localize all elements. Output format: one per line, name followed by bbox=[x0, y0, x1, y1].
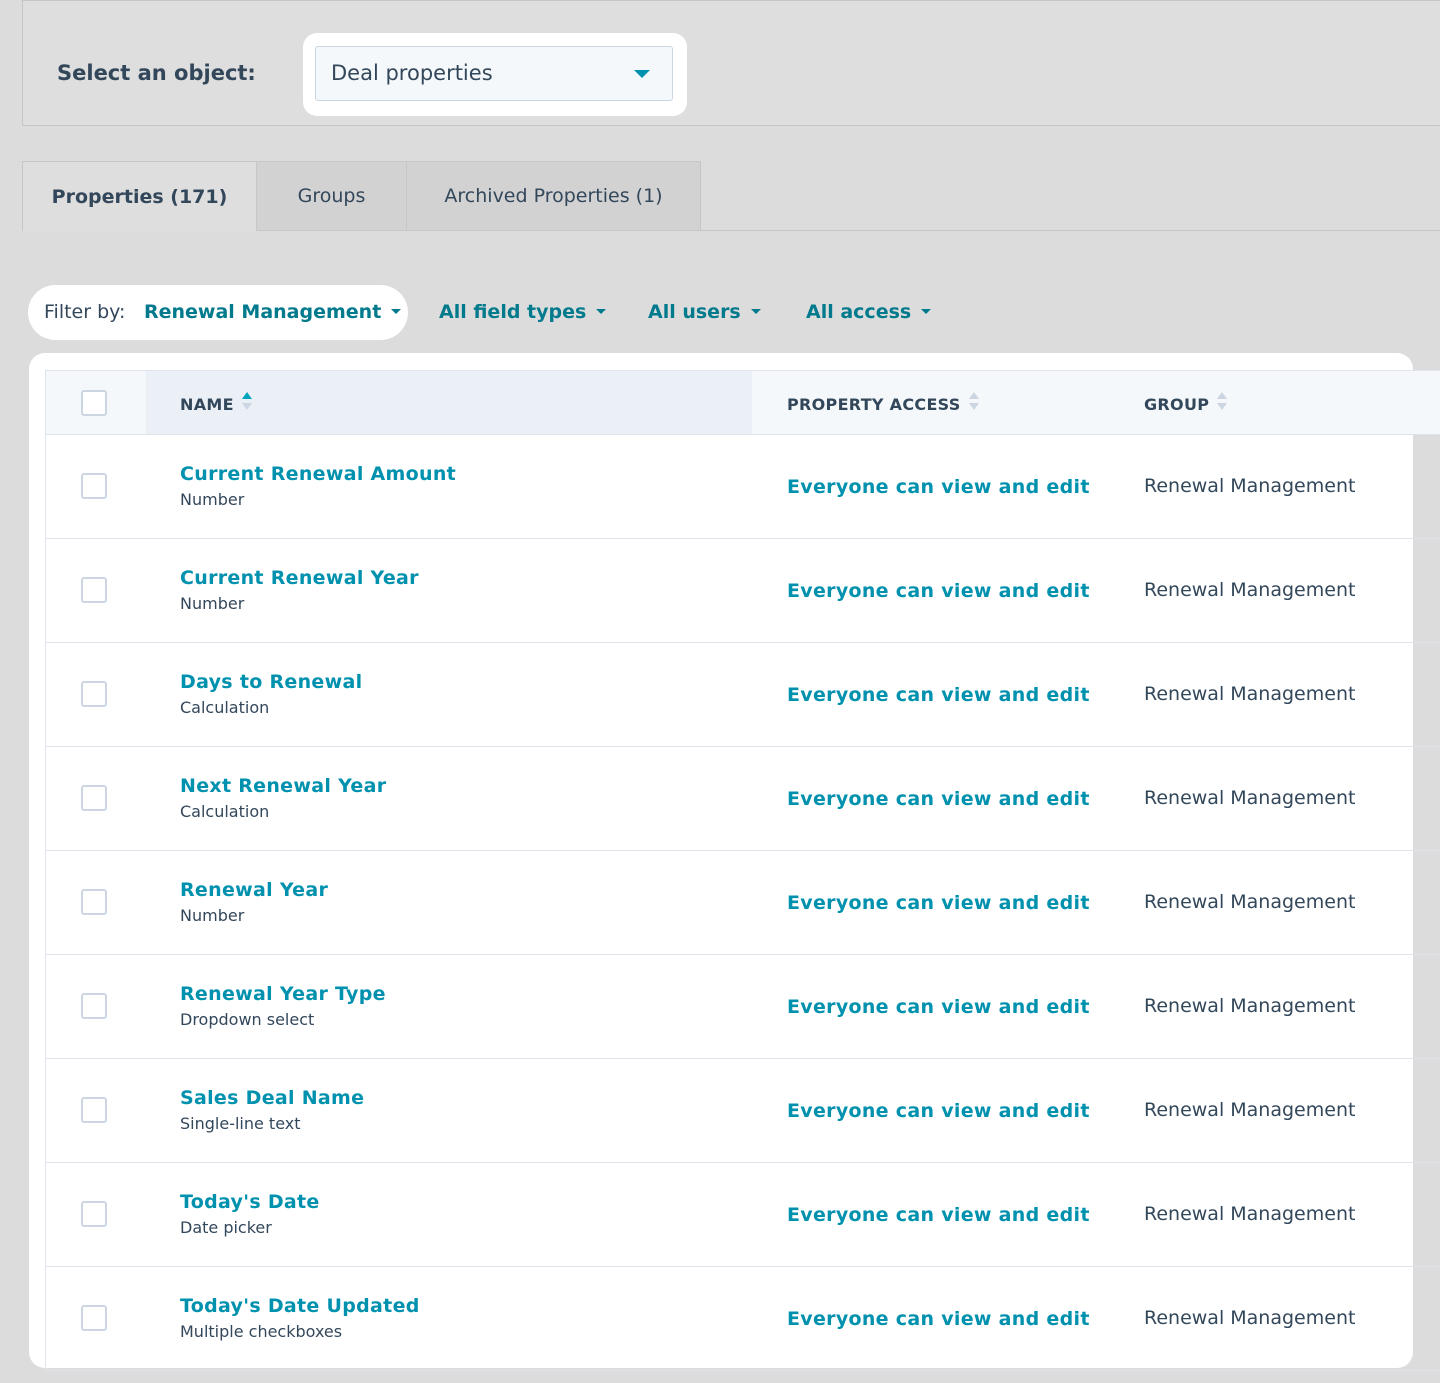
table-row: Current Renewal Year Number Everyone can… bbox=[46, 539, 1440, 643]
property-access-link[interactable]: Everyone can view and edit bbox=[787, 580, 1090, 602]
property-name-link[interactable]: Next Renewal Year bbox=[180, 775, 386, 797]
properties-table-card: NAME PROPERTY ACCESS GROUP Current Renew… bbox=[29, 353, 1440, 1371]
tab-properties[interactable]: Properties (171) bbox=[22, 161, 257, 231]
column-header-group-label: GROUP bbox=[1144, 395, 1210, 414]
table-row: Renewal Year Number Everyone can view an… bbox=[46, 851, 1440, 955]
object-select-dropdown[interactable]: Deal properties bbox=[315, 46, 673, 101]
filter-label: Filter by: bbox=[44, 301, 126, 323]
property-field-type: Calculation bbox=[180, 698, 270, 717]
filter-users-value: All users bbox=[648, 301, 741, 323]
filter-field-types-dropdown[interactable]: All field types bbox=[439, 301, 607, 323]
property-group: Renewal Management bbox=[1144, 1307, 1356, 1329]
filter-group-dropdown[interactable]: Renewal Management bbox=[144, 301, 402, 323]
row-checkbox[interactable] bbox=[81, 473, 107, 499]
table-row: Today's Date Date picker Everyone can vi… bbox=[46, 1163, 1440, 1267]
property-access-link[interactable]: Everyone can view and edit bbox=[787, 892, 1090, 914]
tab-archived-properties[interactable]: Archived Properties (1) bbox=[407, 161, 701, 231]
filter-access-dropdown[interactable]: All access bbox=[806, 301, 932, 323]
column-header-group[interactable]: GROUP bbox=[1144, 391, 1228, 414]
column-header-name[interactable]: NAME bbox=[180, 391, 252, 414]
caret-down-icon bbox=[596, 308, 607, 314]
property-field-type: Single-line text bbox=[180, 1114, 301, 1133]
caret-down-icon bbox=[921, 308, 932, 314]
property-name-link[interactable]: Days to Renewal bbox=[180, 671, 362, 693]
property-field-type: Date picker bbox=[180, 1218, 272, 1237]
tab-groups[interactable]: Groups bbox=[257, 161, 407, 231]
chevron-down-icon bbox=[634, 70, 650, 78]
property-field-type: Dropdown select bbox=[180, 1010, 315, 1029]
property-group: Renewal Management bbox=[1144, 995, 1356, 1017]
row-checkbox[interactable] bbox=[81, 785, 107, 811]
table-row: Sales Deal Name Single-line text Everyon… bbox=[46, 1059, 1440, 1163]
table-row: Renewal Year Type Dropdown select Everyo… bbox=[46, 955, 1440, 1059]
property-field-type: Multiple checkboxes bbox=[180, 1322, 343, 1341]
property-group: Renewal Management bbox=[1144, 475, 1356, 497]
filter-group-pill: Filter by: Renewal Management bbox=[28, 285, 408, 340]
sort-icon bbox=[1217, 391, 1228, 414]
tab-divider bbox=[700, 230, 1440, 231]
table-header: NAME PROPERTY ACCESS GROUP bbox=[46, 370, 1440, 435]
row-checkbox[interactable] bbox=[81, 993, 107, 1019]
property-field-type: Number bbox=[180, 490, 245, 509]
property-name-link[interactable]: Sales Deal Name bbox=[180, 1087, 364, 1109]
row-checkbox[interactable] bbox=[81, 1201, 107, 1227]
property-access-link[interactable]: Everyone can view and edit bbox=[787, 684, 1090, 706]
properties-table: NAME PROPERTY ACCESS GROUP Current Renew… bbox=[45, 370, 1440, 1371]
select-all-checkbox[interactable] bbox=[81, 390, 107, 416]
filter-users-dropdown[interactable]: All users bbox=[648, 301, 761, 323]
row-checkbox[interactable] bbox=[81, 1305, 107, 1331]
property-access-link[interactable]: Everyone can view and edit bbox=[787, 1204, 1090, 1226]
property-group: Renewal Management bbox=[1144, 891, 1356, 913]
column-header-property-access[interactable]: PROPERTY ACCESS bbox=[787, 391, 979, 414]
property-tabs: Properties (171) Groups Archived Propert… bbox=[22, 161, 701, 231]
table-row: Current Renewal Amount Number Everyone c… bbox=[46, 435, 1440, 539]
caret-down-icon bbox=[391, 308, 402, 314]
row-checkbox[interactable] bbox=[81, 1097, 107, 1123]
property-group: Renewal Management bbox=[1144, 579, 1356, 601]
object-select-panel: Select an object: Deal properties bbox=[22, 0, 1440, 126]
filter-access-value: All access bbox=[806, 301, 912, 323]
property-group: Renewal Management bbox=[1144, 787, 1356, 809]
property-field-type: Calculation bbox=[180, 802, 270, 821]
property-access-link[interactable]: Everyone can view and edit bbox=[787, 996, 1090, 1018]
object-select-value: Deal properties bbox=[331, 61, 493, 85]
sort-icon bbox=[968, 391, 979, 414]
caret-down-icon bbox=[750, 308, 761, 314]
table-row: Today's Date Updated Multiple checkboxes… bbox=[46, 1267, 1440, 1371]
property-access-link[interactable]: Everyone can view and edit bbox=[787, 476, 1090, 498]
property-group: Renewal Management bbox=[1144, 1203, 1356, 1225]
property-name-link[interactable]: Renewal Year Type bbox=[180, 983, 386, 1005]
property-field-type: Number bbox=[180, 594, 245, 613]
filter-field-types-value: All field types bbox=[439, 301, 587, 323]
property-name-link[interactable]: Renewal Year bbox=[180, 879, 328, 901]
property-group: Renewal Management bbox=[1144, 1099, 1356, 1121]
row-checkbox[interactable] bbox=[81, 681, 107, 707]
property-name-link[interactable]: Today's Date bbox=[180, 1191, 320, 1213]
row-checkbox[interactable] bbox=[81, 889, 107, 915]
filter-group-value: Renewal Management bbox=[144, 301, 382, 323]
property-name-link[interactable]: Today's Date Updated bbox=[180, 1295, 420, 1317]
sort-ascending-icon bbox=[241, 391, 252, 414]
column-header-name-label: NAME bbox=[180, 395, 234, 414]
property-name-link[interactable]: Current Renewal Year bbox=[180, 567, 419, 589]
property-access-link[interactable]: Everyone can view and edit bbox=[787, 1308, 1090, 1330]
column-header-access-label: PROPERTY ACCESS bbox=[787, 395, 961, 414]
property-access-link[interactable]: Everyone can view and edit bbox=[787, 788, 1090, 810]
property-access-link[interactable]: Everyone can view and edit bbox=[787, 1100, 1090, 1122]
property-name-link[interactable]: Current Renewal Amount bbox=[180, 463, 456, 485]
table-row: Days to Renewal Calculation Everyone can… bbox=[46, 643, 1440, 747]
object-select-label: Select an object: bbox=[57, 61, 256, 85]
table-row: Next Renewal Year Calculation Everyone c… bbox=[46, 747, 1440, 851]
property-field-type: Number bbox=[180, 906, 245, 925]
object-select-highlight: Deal properties bbox=[303, 33, 687, 116]
property-group: Renewal Management bbox=[1144, 683, 1356, 705]
row-checkbox[interactable] bbox=[81, 577, 107, 603]
